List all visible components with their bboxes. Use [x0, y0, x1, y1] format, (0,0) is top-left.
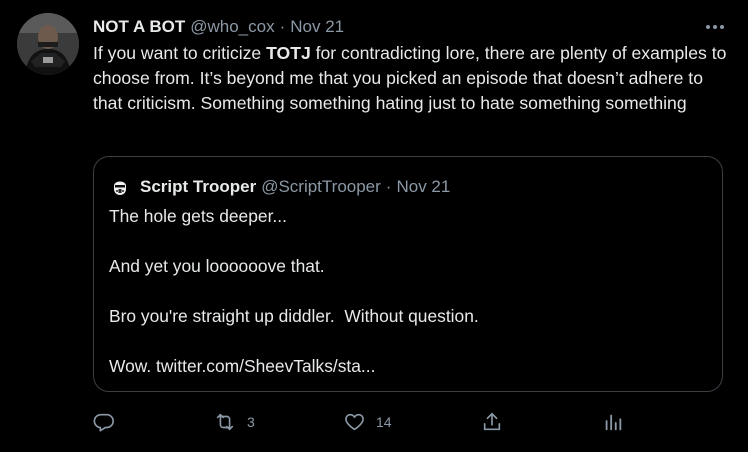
reply-button[interactable] — [93, 406, 115, 438]
author-handle[interactable]: @who_cox — [190, 17, 274, 37]
tweet-date[interactable]: Nov 21 — [290, 17, 344, 37]
author-avatar[interactable] — [17, 13, 79, 75]
analytics-icon — [605, 414, 622, 431]
tweet-header: NOT A BOT @who_cox · Nov 21 — [93, 15, 344, 39]
share-button[interactable] — [481, 406, 503, 438]
heart-icon — [345, 413, 364, 431]
quoted-text-line-4[interactable]: Wow. twitter.com/SheevTalks/sta... — [109, 354, 375, 378]
more-options-button[interactable] — [700, 14, 730, 40]
author-display-name[interactable]: NOT A BOT — [93, 17, 185, 37]
header-separator: · — [279, 17, 286, 36]
quoted-author-avatar — [109, 176, 131, 198]
tweet-text: If you want to criticize TOTJ for contra… — [93, 41, 733, 116]
more-horizontal-icon — [706, 25, 710, 29]
quoted-author-handle: @ScriptTrooper — [261, 177, 381, 196]
tweet-text-part1: If you want to criticize — [93, 43, 267, 63]
quoted-author-display-name: Script Trooper — [140, 177, 257, 196]
analytics-button[interactable] — [602, 406, 624, 438]
quoted-header-separator: · — [385, 177, 392, 196]
quoted-tweet[interactable]: Script Trooper @ScriptTrooper · Nov 21 T… — [93, 156, 723, 392]
tweet-text-bold: TOTJ — [266, 43, 311, 63]
tweet[interactable]: NOT A BOT @who_cox · Nov 21 If you want … — [0, 0, 748, 452]
quoted-tweet-header: Script Trooper @ScriptTrooper · Nov 21 — [109, 175, 450, 199]
retweet-button[interactable]: 3 — [213, 406, 255, 438]
like-button[interactable]: 14 — [343, 406, 392, 438]
share-icon — [483, 412, 501, 431]
retweet-count: 3 — [247, 414, 255, 430]
like-count: 14 — [376, 414, 392, 430]
quoted-text-line-1: The hole gets deeper... — [109, 206, 287, 226]
quoted-tweet-date: Nov 21 — [396, 177, 451, 196]
retweet-icon — [216, 413, 234, 431]
tweet-actions: 3 14 — [0, 406, 748, 438]
quoted-text-line-2: And yet you loooooove that. — [109, 256, 325, 276]
reply-icon — [93, 413, 114, 432]
quoted-text-line-3: Bro you're straight up diddler. Without … — [109, 306, 479, 326]
